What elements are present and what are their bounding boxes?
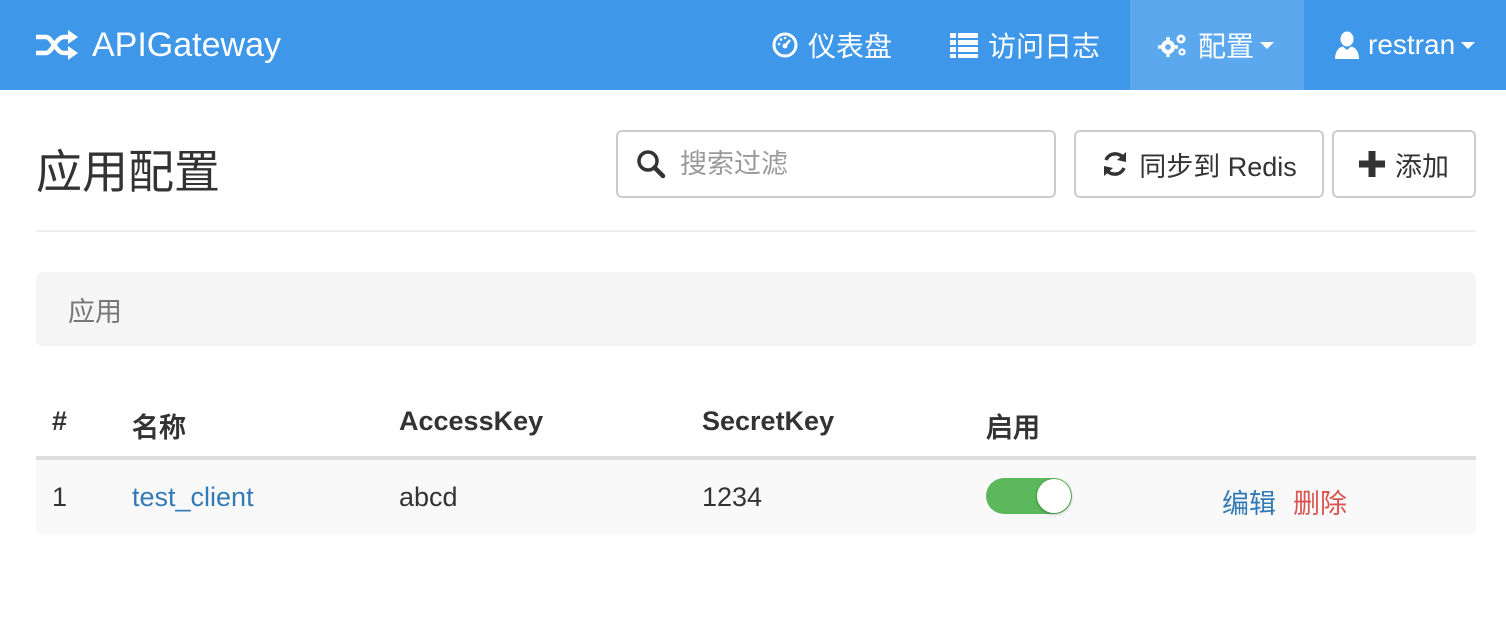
header-divider (36, 230, 1476, 232)
column-header-name: 名称 (132, 413, 186, 443)
nav-item-dashboard[interactable]: 仪表盘 (772, 0, 892, 90)
dashboard-icon (772, 32, 798, 58)
delete-link[interactable]: 删除 (1293, 482, 1347, 521)
breadcrumb-current: 应用 (68, 296, 122, 327)
column-header-index: # (52, 406, 68, 436)
caret-down-icon (1260, 41, 1275, 49)
breadcrumb: 应用 (36, 272, 1476, 346)
nav-item-access-log[interactable]: 访问日志 (950, 0, 1100, 90)
nav-label: 配置 (1198, 31, 1255, 62)
shuffle-icon (34, 30, 78, 60)
nav-label: 访问日志 (988, 31, 1101, 62)
search-filter[interactable] (616, 130, 1056, 198)
search-icon (636, 149, 666, 179)
enabled-toggle[interactable] (986, 478, 1072, 514)
username: restran (1368, 29, 1456, 60)
nav-item-user-dropdown[interactable]: restran (1334, 0, 1476, 90)
table-header: # 名称 AccessKey SecretKey 启用 (36, 384, 1476, 460)
sync-redis-button[interactable]: 同步到 Redis (1074, 130, 1324, 198)
nav-item-config-dropdown[interactable]: 配置 (1130, 0, 1304, 90)
page-title: 应用配置 (36, 146, 220, 198)
search-input[interactable] (680, 148, 1040, 180)
brand-name: APIGateway (92, 25, 281, 64)
user-icon (1334, 31, 1360, 59)
toggle-knob (1037, 479, 1071, 513)
apps-table: # 名称 AccessKey SecretKey 启用 1 test_clien… (36, 384, 1476, 534)
access-key-value: abcd (399, 482, 458, 512)
sync-redis-label: 同步到 Redis (1139, 151, 1297, 182)
refresh-icon (1101, 150, 1129, 178)
list-icon (950, 32, 978, 58)
plus-icon (1359, 151, 1385, 177)
add-label: 添加 (1395, 151, 1449, 182)
brand[interactable]: APIGateway (34, 0, 281, 90)
column-header-enabled: 启用 (986, 413, 1040, 443)
column-header-access-key: AccessKey (399, 406, 544, 436)
caret-down-icon (1461, 41, 1476, 49)
column-header-secret-key: SecretKey (702, 406, 835, 436)
cogs-icon (1158, 32, 1188, 58)
secret-key-value: 1234 (702, 482, 763, 512)
row-index: 1 (52, 482, 68, 512)
app-name-link[interactable]: test_client (132, 482, 254, 513)
table-row: 1 test_client abcd 1234 编辑 删除 (36, 460, 1476, 534)
top-navbar: APIGateway 仪表盘 访问日志 配置 restran (0, 0, 1506, 90)
edit-link[interactable]: 编辑 (1222, 482, 1276, 521)
nav-label: 仪表盘 (808, 31, 893, 62)
add-button[interactable]: 添加 (1332, 130, 1476, 198)
